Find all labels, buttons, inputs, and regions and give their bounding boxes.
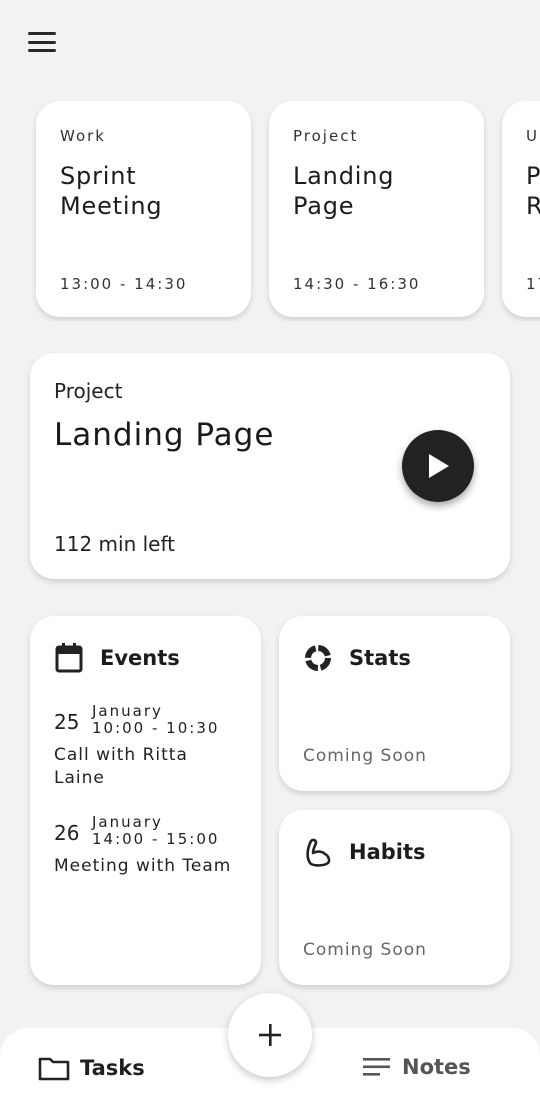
event-title: Call with Ritta Laine (54, 745, 188, 788)
task-category: U (526, 127, 539, 145)
task-time: 17 (526, 275, 540, 293)
task-time: 14:30 - 16:30 (293, 275, 421, 293)
active-task-category: Project (54, 379, 123, 403)
play-button[interactable] (402, 430, 474, 502)
habits-status: Coming Soon (303, 940, 427, 960)
event-month: January (92, 702, 163, 720)
menu-icon-bar (28, 32, 56, 35)
task-card[interactable]: U P R 17 (502, 101, 540, 317)
stats-status: Coming Soon (303, 746, 427, 766)
folder-icon (38, 1057, 70, 1081)
time-remaining: 112 min left (54, 532, 175, 556)
task-title: P R (526, 162, 540, 220)
nav-tasks[interactable]: Tasks (38, 1054, 145, 1082)
flexed-arm-icon (306, 838, 331, 867)
active-task-card[interactable]: Project Landing Page 112 min left (30, 353, 510, 579)
habits-title: Habits (349, 840, 426, 864)
stats-widget[interactable]: Stats Coming Soon (279, 616, 510, 791)
habits-widget[interactable]: Habits Coming Soon (279, 810, 510, 985)
event-title: Meeting with Team (54, 856, 232, 876)
event-time: 10:00 - 10:30 (92, 719, 220, 737)
event-day: 25 (54, 710, 80, 734)
task-card[interactable]: Project Landing Page 14:30 - 16:30 (269, 101, 484, 317)
nav-notes-label: Notes (402, 1055, 471, 1079)
active-task-title: Landing Page (54, 417, 275, 453)
play-icon (429, 454, 449, 478)
plus-icon (259, 1024, 281, 1046)
add-button[interactable] (228, 993, 312, 1077)
stats-title: Stats (349, 646, 411, 670)
notes-lines-icon (363, 1058, 390, 1076)
nav-tasks-label: Tasks (80, 1056, 145, 1080)
task-title: Landing Page (293, 162, 395, 220)
donut-chart-icon (305, 645, 331, 671)
event-time: 14:00 - 15:00 (92, 830, 220, 848)
events-title: Events (100, 646, 180, 670)
menu-button[interactable] (28, 32, 56, 52)
task-category: Project (293, 127, 359, 145)
task-card[interactable]: Work Sprint Meeting 13:00 - 14:30 (36, 101, 251, 317)
events-widget[interactable]: Events 25 January 10:00 - 10:30 Call wit… (30, 616, 261, 985)
event-day: 26 (54, 821, 80, 845)
nav-notes[interactable]: Notes (362, 1054, 471, 1080)
event-month: January (92, 813, 163, 831)
task-category: Work (60, 127, 106, 145)
task-title: Sprint Meeting (60, 162, 163, 220)
task-time: 13:00 - 14:30 (60, 275, 188, 293)
menu-icon-bar (28, 49, 56, 52)
menu-icon-bar (28, 40, 56, 44)
task-carousel[interactable]: Work Sprint Meeting 13:00 - 14:30 Projec… (0, 101, 540, 321)
calendar-icon (55, 643, 83, 673)
